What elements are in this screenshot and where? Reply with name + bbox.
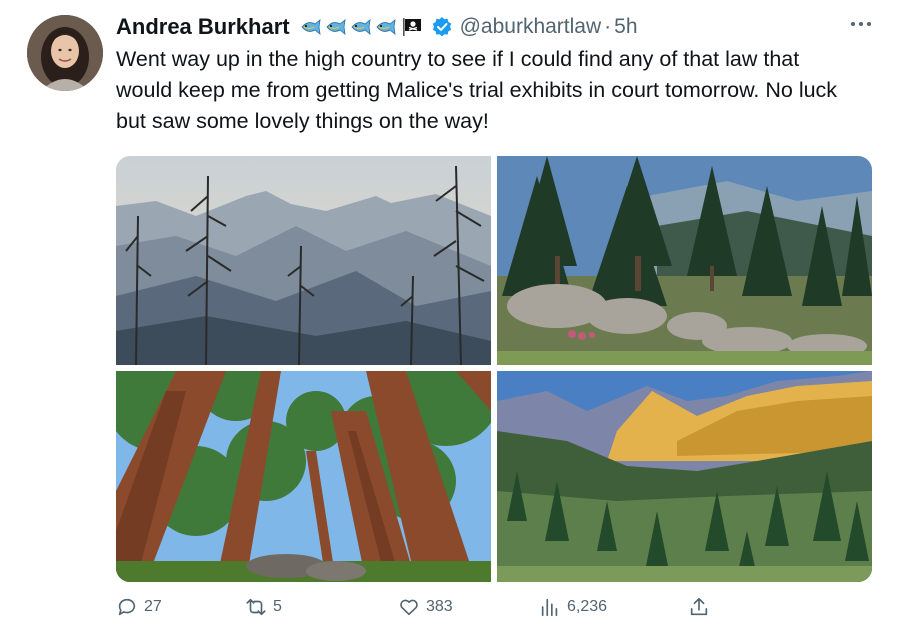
media-grid	[116, 156, 872, 582]
pirate-flag-icon	[402, 18, 421, 36]
photo-forest-boulders[interactable]	[497, 156, 872, 365]
reply-button[interactable]: 27	[116, 596, 162, 618]
like-button[interactable]: 383	[398, 596, 453, 618]
tweet-text: Went way up in the high country to see i…	[116, 47, 838, 133]
fish-icon	[351, 19, 371, 35]
actions-bar: 27 5 383 6,236	[0, 596, 900, 624]
like-count: 383	[426, 598, 453, 615]
reply-icon	[118, 598, 136, 616]
repost-count: 5	[273, 598, 282, 615]
more-icon	[851, 22, 871, 26]
separator-dot: ·	[604, 15, 612, 38]
repost-icon	[246, 598, 266, 616]
photo-sequoia-trunks[interactable]	[116, 371, 491, 582]
more-options-button[interactable]	[846, 14, 876, 34]
repost-button[interactable]: 5	[245, 596, 282, 618]
photo-mountain-haze[interactable]	[116, 156, 491, 365]
reply-count: 27	[144, 598, 162, 615]
fish-icon	[376, 19, 396, 35]
photo-alpine-valley[interactable]	[497, 371, 872, 582]
views-button[interactable]: 6,236	[539, 596, 607, 618]
share-button[interactable]	[688, 596, 716, 618]
share-icon	[690, 597, 708, 616]
views-icon	[541, 598, 558, 617]
avatar[interactable]	[27, 15, 103, 91]
heart-icon	[400, 599, 418, 616]
tweet-header: Andrea Burkhart @aburkhartlaw · 5h	[116, 12, 638, 42]
verified-badge-icon[interactable]	[431, 16, 453, 38]
author-handle[interactable]: @aburkhartlaw	[460, 15, 602, 39]
timestamp[interactable]: 5h	[614, 15, 637, 39]
fish-icon	[301, 19, 321, 35]
author-name[interactable]: Andrea Burkhart	[116, 14, 290, 40]
views-count: 6,236	[567, 598, 608, 615]
name-emojis	[298, 17, 423, 37]
fish-icon	[326, 19, 346, 35]
